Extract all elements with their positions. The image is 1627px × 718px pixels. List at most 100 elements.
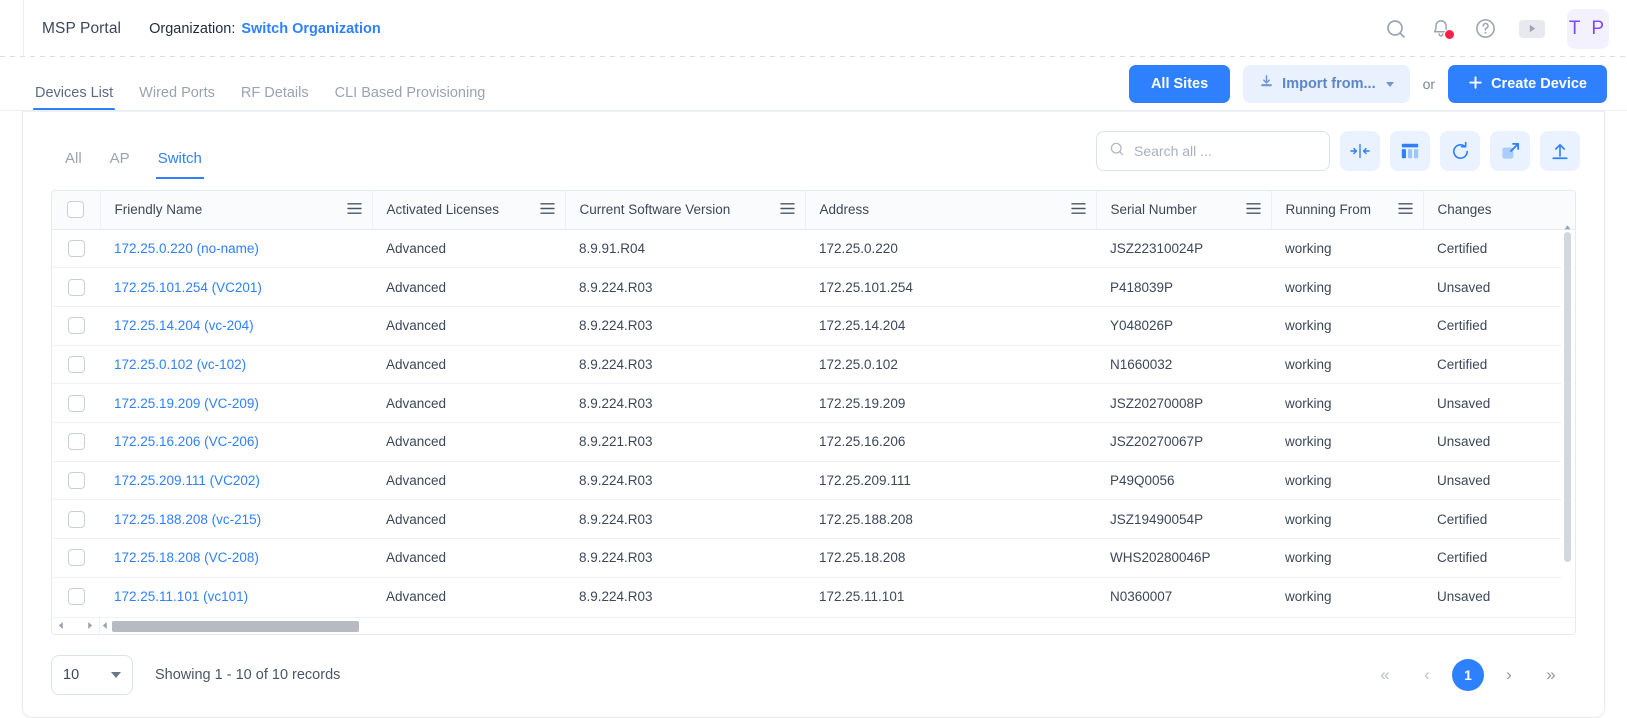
all-sites-button[interactable]: All Sites [1128, 65, 1231, 103]
create-device-button[interactable]: Create Device [1448, 65, 1607, 103]
row-select-cell [52, 577, 100, 616]
columns-settings-icon[interactable] [1390, 131, 1430, 171]
subtab-all[interactable]: All [51, 150, 96, 179]
scroll-up-icon[interactable] [1563, 219, 1572, 230]
subtab-ap[interactable]: AP [96, 150, 144, 179]
row-checkbox[interactable] [67, 355, 85, 373]
cell-current-software-version: 8.9.224.R03 [565, 345, 805, 385]
table-row[interactable]: 172.25.14.204 (vc-204) Advanced 8.9.224.… [52, 306, 1575, 346]
cell-friendly-name[interactable]: 172.25.0.102 (vc-102) [100, 345, 372, 385]
cell-friendly-name[interactable]: 172.25.209.111 (VC202) [100, 461, 372, 501]
pagination-next[interactable]: › [1492, 658, 1526, 692]
avatar[interactable]: T P [1567, 8, 1609, 49]
notifications-button[interactable] [1430, 18, 1455, 40]
collapse-columns-icon[interactable] [1340, 131, 1380, 171]
cell-activated-licenses: Advanced [372, 267, 565, 307]
help-icon[interactable] [1474, 17, 1497, 40]
cell-running-from: working [1285, 589, 1332, 605]
scroll-left-icon[interactable] [57, 617, 65, 634]
table-row[interactable]: 172.25.0.220 (no-name) Advanced 8.9.91.R… [52, 229, 1575, 269]
column-header-activated-licenses[interactable]: Activated Licenses [372, 191, 566, 230]
cell-current-software-version: 8.9.91.R04 [565, 229, 805, 269]
cell-activated-licenses: Advanced [372, 306, 565, 346]
column-menu-icon[interactable] [1245, 202, 1261, 218]
row-checkbox[interactable] [67, 549, 85, 567]
column-menu-icon[interactable] [346, 202, 362, 218]
table-row[interactable]: 172.25.18.208 (VC-208) Advanced 8.9.224.… [52, 538, 1575, 578]
cell-current-software-version: 8.9.224.R03 [579, 589, 653, 605]
cell-friendly-name[interactable]: 172.25.101.254 (VC201) [100, 267, 372, 307]
scroll-right-icon[interactable] [86, 617, 94, 634]
column-header-friendly-name[interactable]: Friendly Name [100, 191, 373, 230]
table-row[interactable]: 172.25.101.254 (VC201) Advanced 8.9.224.… [52, 267, 1575, 307]
plus-icon [1468, 75, 1483, 94]
expand-icon[interactable] [1490, 131, 1530, 171]
select-all-checkbox[interactable] [67, 201, 85, 219]
pagination-last[interactable]: » [1534, 658, 1568, 692]
cell-address: 172.25.19.209 [805, 383, 1096, 423]
search-box[interactable] [1096, 131, 1330, 171]
page-size-select[interactable]: 10 [51, 655, 133, 695]
row-checkbox[interactable] [67, 239, 85, 257]
search-icon[interactable] [1384, 17, 1408, 41]
cell-friendly-name[interactable]: 172.25.11.101 (vc101) [100, 577, 372, 616]
row-checkbox[interactable] [67, 510, 85, 528]
column-header-changes[interactable]: Changes [1423, 191, 1575, 230]
tab-rf-details[interactable]: RF Details [228, 85, 322, 111]
column-label: Friendly Name [114, 202, 203, 218]
row-checkbox[interactable] [67, 588, 85, 606]
import-from-button[interactable]: Import from... [1243, 65, 1410, 103]
scroll-left-icon-2[interactable] [101, 617, 109, 634]
row-select-cell [52, 267, 100, 307]
pagination-prev[interactable]: ‹ [1410, 658, 1444, 692]
cell-activated-licenses: Advanced [372, 422, 565, 462]
cell-friendly-name[interactable]: 172.25.16.206 (VC-206) [100, 422, 372, 462]
cell-changes: Certified [1423, 538, 1575, 578]
table-row[interactable]: 172.25.0.102 (vc-102) Advanced 8.9.224.R… [52, 345, 1575, 385]
search-input[interactable] [1134, 143, 1317, 159]
row-checkbox[interactable] [67, 471, 85, 489]
table-horizontal-scrollbar[interactable] [52, 617, 1575, 634]
hscroll-track[interactable] [100, 618, 1575, 634]
horizontal-scroll-thumb[interactable] [112, 620, 359, 632]
vertical-scroll-thumb[interactable] [1564, 232, 1571, 562]
table-vertical-scrollbar[interactable] [1561, 225, 1574, 631]
pagination-first[interactable]: « [1368, 658, 1402, 692]
upload-icon[interactable] [1540, 131, 1580, 171]
tab-wired-ports[interactable]: Wired Ports [126, 85, 228, 111]
tab-cli-based-provisioning[interactable]: CLI Based Provisioning [322, 85, 499, 111]
cell-address: 172.25.101.254 [805, 267, 1096, 307]
cell-friendly-name[interactable]: 172.25.188.208 (vc-215) [100, 499, 372, 539]
cell-friendly-name[interactable]: 172.25.0.220 (no-name) [100, 229, 372, 269]
column-header-current-software-version[interactable]: Current Software Version [565, 191, 806, 230]
pagination-page-1[interactable]: 1 [1452, 659, 1484, 691]
column-menu-icon[interactable] [1070, 202, 1086, 218]
table-row[interactable]: 172.25.188.208 (vc-215) Advanced 8.9.224… [52, 499, 1575, 539]
pagination: « ‹ 1 › » [1368, 658, 1576, 692]
table-row[interactable]: 172.25.16.206 (VC-206) Advanced 8.9.221.… [52, 422, 1575, 462]
cell-serial-number: Y048026P [1096, 306, 1271, 346]
tab-devices-list[interactable]: Devices List [22, 85, 126, 111]
row-checkbox[interactable] [67, 317, 85, 335]
column-menu-icon[interactable] [1397, 202, 1413, 218]
cell-friendly-name[interactable]: 172.25.18.208 (VC-208) [100, 538, 372, 578]
switch-organization-link[interactable]: Switch Organization [241, 21, 380, 37]
cell-friendly-name[interactable]: 172.25.19.209 (VC-209) [100, 383, 372, 423]
cell-serial-number: WHS20280046P [1096, 538, 1271, 578]
table-row[interactable]: 172.25.19.209 (VC-209) Advanced 8.9.224.… [52, 383, 1575, 423]
column-menu-icon[interactable] [539, 202, 555, 218]
column-header-address[interactable]: Address [805, 191, 1097, 230]
play-icon[interactable] [1519, 19, 1545, 38]
column-header-serial-number[interactable]: Serial Number [1096, 191, 1272, 230]
devices-table: Friendly Name Activated Licenses Current… [52, 191, 1575, 616]
row-checkbox[interactable] [67, 394, 85, 412]
row-checkbox[interactable] [67, 278, 85, 296]
subtab-switch[interactable]: Switch [144, 150, 216, 179]
column-header-running-from[interactable]: Running From [1271, 191, 1424, 230]
refresh-icon[interactable] [1440, 131, 1480, 171]
row-checkbox[interactable] [67, 433, 85, 451]
table-row[interactable]: 172.25.11.101 (vc101) Advanced 8.9.224.R… [52, 577, 1575, 616]
column-menu-icon[interactable] [779, 202, 795, 218]
table-row[interactable]: 172.25.209.111 (VC202) Advanced 8.9.224.… [52, 461, 1575, 501]
cell-friendly-name[interactable]: 172.25.14.204 (vc-204) [100, 306, 372, 346]
